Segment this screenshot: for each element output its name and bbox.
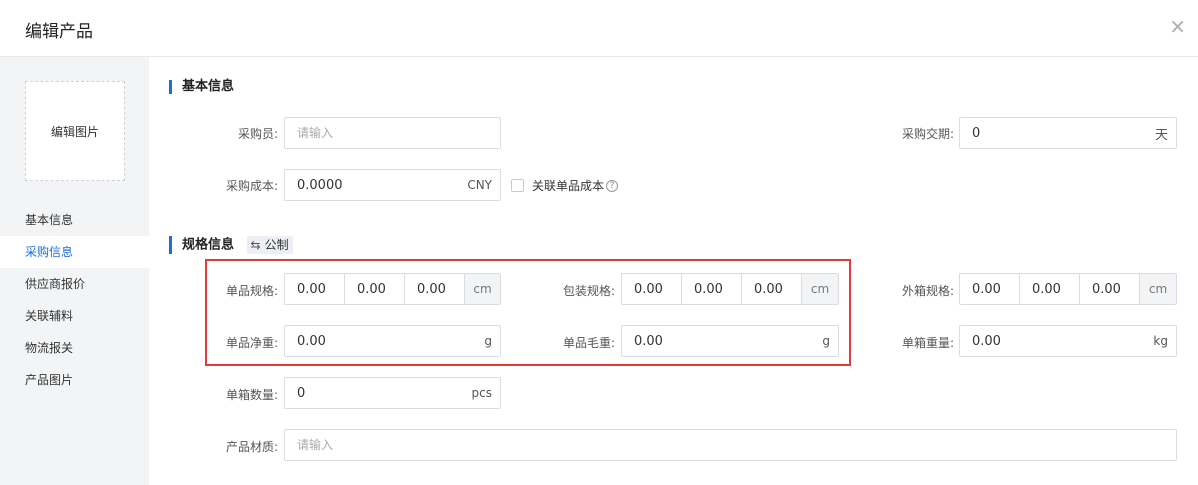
package-size-label: 包装规格: — [562, 284, 615, 298]
carton-length-input[interactable] — [960, 274, 1019, 304]
item-size-field[interactable]: cm — [284, 273, 501, 305]
carton-weight-unit: kg — [1153, 334, 1168, 348]
carton-qty-input[interactable] — [285, 378, 472, 408]
modal-header: 编辑产品 × — [0, 0, 1198, 57]
section-spec-label: 规格信息 — [182, 237, 235, 253]
material-input[interactable] — [285, 430, 1176, 460]
modal-title: 编辑产品 — [25, 22, 93, 42]
carton-size-label: 外箱规格: — [901, 284, 954, 298]
lead-time-unit: 天 — [1154, 127, 1168, 143]
package-width-input[interactable] — [682, 274, 741, 304]
lead-time-field[interactable]: 天 — [959, 117, 1177, 149]
gross-weight-unit: g — [822, 334, 830, 348]
package-size-unit: cm — [802, 274, 838, 304]
sidebar-item-related-materials[interactable]: 关联辅料 — [0, 300, 149, 332]
item-width-input[interactable] — [345, 274, 404, 304]
carton-qty-unit: pcs — [471, 386, 492, 400]
package-length-input[interactable] — [622, 274, 681, 304]
close-icon[interactable]: × — [1169, 16, 1186, 36]
checkbox-box[interactable] — [511, 179, 524, 192]
sidebar-item-logistics-customs[interactable]: 物流报关 — [0, 332, 149, 364]
unit-toggle-button[interactable]: ⇆ 公制 — [246, 236, 293, 254]
material-field[interactable] — [284, 429, 1177, 461]
carton-width-input[interactable] — [1020, 274, 1079, 304]
package-size-field[interactable]: cm — [621, 273, 839, 305]
edit-product-modal: 编辑产品 × 编辑图片 基本信息 采购信息 供应商报价 关联辅料 物流报关 产品… — [0, 0, 1198, 485]
buyer-input[interactable] — [285, 118, 500, 148]
section-title-spec: 规格信息 ⇆ 公制 — [169, 236, 293, 254]
carton-weight-field[interactable]: kg — [959, 325, 1177, 357]
section-title-basic: 基本信息 — [169, 80, 234, 94]
unit-toggle-label: 公制 — [264, 238, 289, 252]
item-length-input[interactable] — [285, 274, 344, 304]
net-weight-label: 单品净重: — [225, 336, 278, 350]
carton-weight-label: 单箱重量: — [901, 336, 954, 350]
item-height-input[interactable] — [405, 274, 464, 304]
carton-qty-field[interactable]: pcs — [284, 377, 501, 409]
net-weight-unit: g — [484, 334, 492, 348]
cost-field[interactable]: CNY — [284, 169, 501, 201]
edit-image-button[interactable]: 编辑图片 — [25, 81, 125, 181]
gross-weight-input[interactable] — [622, 326, 823, 356]
swap-icon: ⇆ — [250, 238, 261, 252]
sidebar-item-purchase-info[interactable]: 采购信息 — [0, 236, 149, 268]
package-height-input[interactable] — [742, 274, 801, 304]
material-label: 产品材质: — [225, 440, 278, 454]
sidebar-item-supplier-quote[interactable]: 供应商报价 — [0, 268, 149, 300]
lead-time-input[interactable] — [960, 118, 1155, 148]
sidebar-nav: 基本信息 采购信息 供应商报价 关联辅料 物流报关 产品图片 — [0, 204, 149, 396]
cost-label: 采购成本: — [225, 179, 278, 193]
cost-input[interactable] — [285, 170, 468, 200]
gross-weight-field[interactable]: g — [621, 325, 839, 357]
sidebar-item-product-images[interactable]: 产品图片 — [0, 364, 149, 396]
section-basic-label: 基本信息 — [182, 79, 235, 94]
buyer-field[interactable] — [284, 117, 501, 149]
help-icon[interactable]: ? — [606, 179, 619, 192]
item-size-unit: cm — [465, 274, 500, 304]
sidebar-item-basic-info[interactable]: 基本信息 — [0, 204, 149, 236]
link-cost-checkbox[interactable]: 关联单品成本 ? — [511, 177, 619, 194]
link-cost-label: 关联单品成本 — [532, 179, 605, 193]
item-size-label: 单品规格: — [225, 284, 278, 298]
sidebar: 编辑图片 基本信息 采购信息 供应商报价 关联辅料 物流报关 产品图片 — [0, 57, 149, 485]
lead-time-label: 采购交期: — [901, 127, 954, 141]
net-weight-field[interactable]: g — [284, 325, 501, 357]
carton-qty-label: 单箱数量: — [225, 388, 278, 402]
buyer-label: 采购员: — [237, 127, 278, 141]
gross-weight-label: 单品毛重: — [562, 336, 615, 350]
carton-size-unit: cm — [1140, 274, 1176, 304]
edit-image-label: 编辑图片 — [50, 124, 99, 139]
carton-height-input[interactable] — [1080, 274, 1139, 304]
carton-size-field[interactable]: cm — [959, 273, 1177, 305]
carton-weight-input[interactable] — [960, 326, 1154, 356]
cost-unit: CNY — [467, 178, 492, 192]
net-weight-input[interactable] — [285, 326, 485, 356]
